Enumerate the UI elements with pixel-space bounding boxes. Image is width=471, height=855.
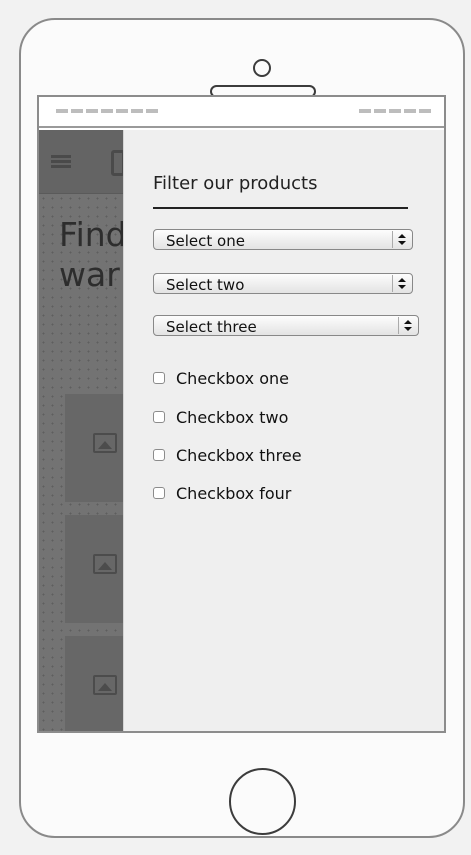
select-arrow-icon <box>398 317 415 334</box>
filter-divider <box>153 207 408 209</box>
checkbox-one-label: Checkbox one <box>176 368 289 388</box>
select-one-value: Select one <box>166 232 245 250</box>
checkbox-two-label: Checkbox two <box>176 407 289 427</box>
checkbox-one-row[interactable]: Checkbox one <box>153 368 289 388</box>
app-header <box>39 130 125 194</box>
select-arrow-icon <box>392 231 409 248</box>
checkbox-three[interactable] <box>153 449 165 461</box>
camera-icon <box>253 59 271 77</box>
checkbox-two-row[interactable]: Checkbox two <box>153 407 288 427</box>
select-one[interactable]: Select one <box>153 229 413 250</box>
filter-panel: Filter our products Select one Select tw… <box>123 130 444 731</box>
status-right-indicators <box>359 109 434 113</box>
checkbox-four-label: Checkbox four <box>176 483 292 503</box>
select-three[interactable]: Select three <box>153 315 419 336</box>
select-arrow-icon <box>392 275 409 292</box>
checkbox-one[interactable] <box>153 372 165 384</box>
hamburger-icon[interactable] <box>51 155 71 169</box>
image-placeholder-icon <box>93 554 117 574</box>
select-three-value: Select three <box>166 318 257 336</box>
status-left-indicators <box>56 109 161 113</box>
checkbox-two[interactable] <box>153 411 165 423</box>
status-bar <box>39 97 444 128</box>
checkbox-four[interactable] <box>153 487 165 499</box>
image-placeholder-icon <box>93 433 117 453</box>
home-button[interactable] <box>229 768 296 835</box>
checkbox-four-row[interactable]: Checkbox four <box>153 483 291 503</box>
phone-screen: Find war Filter our products Select one … <box>37 95 446 733</box>
filter-panel-title: Filter our products <box>153 173 318 194</box>
select-two-value: Select two <box>166 276 245 294</box>
checkbox-three-row[interactable]: Checkbox three <box>153 445 302 465</box>
checkbox-three-label: Checkbox three <box>176 445 302 465</box>
select-two[interactable]: Select two <box>153 273 413 294</box>
image-placeholder-icon <box>93 675 117 695</box>
